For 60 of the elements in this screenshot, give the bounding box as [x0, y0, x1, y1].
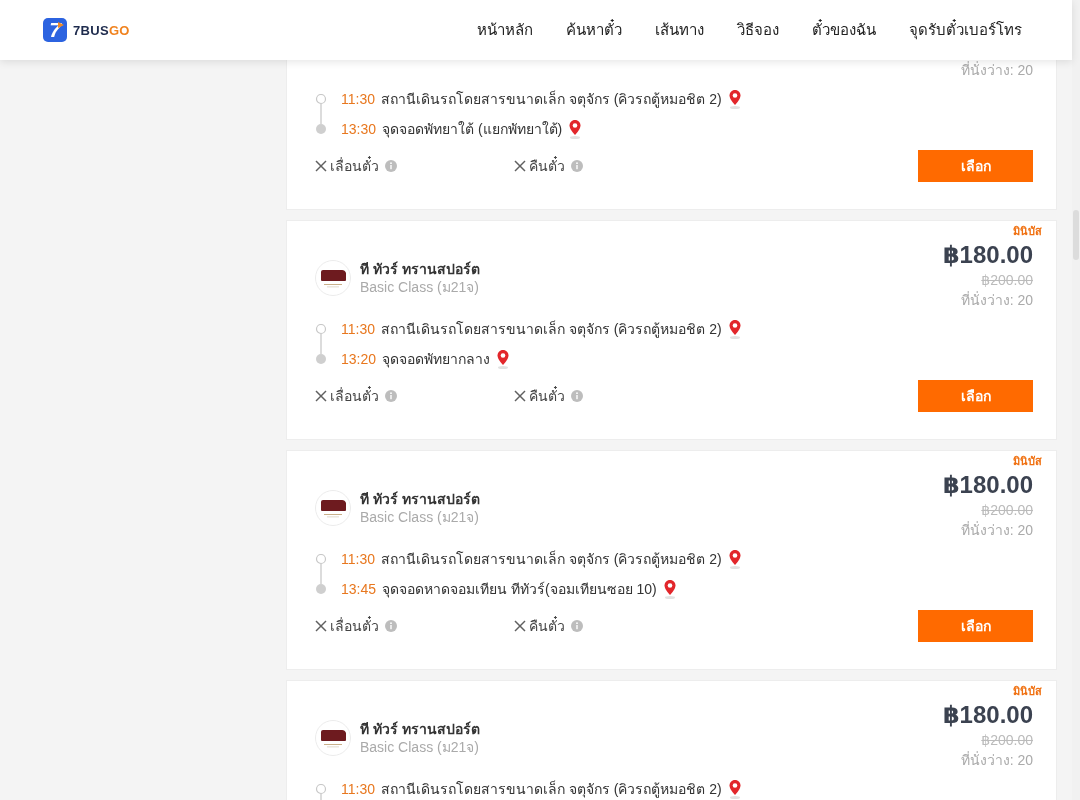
- timeline-icon: [315, 324, 327, 364]
- nav-link[interactable]: ตั๋วของฉัน: [812, 18, 876, 42]
- price: ฿180.00: [942, 240, 1033, 270]
- vehicle-type: มินิบัส: [1013, 454, 1042, 468]
- vehicle-type: มินิบัส: [1013, 224, 1042, 238]
- seats-available: ที่นั่งว่าง: 20: [960, 290, 1033, 310]
- ticket-policy-label: คืนตั๋ว: [529, 155, 565, 176]
- seats-available: ที่นั่งว่าง: 20: [960, 750, 1033, 770]
- nav-link[interactable]: เส้นทาง: [655, 18, 704, 42]
- map-pin-icon[interactable]: [568, 119, 583, 139]
- stop-name: สถานีเดินรถโดยสารขนาดเล็ก จตุจักร (คิวรถตู้หมอชิต 2): [381, 780, 722, 798]
- ticket-policy-label: เลื่อนตั๋ว: [330, 385, 379, 406]
- stop-time: 11:30: [341, 320, 375, 338]
- map-pin-icon[interactable]: [727, 319, 742, 339]
- ticket-policy-label: เลื่อนตั๋ว: [330, 615, 379, 636]
- seats-available: ที่นั่งว่าง: 20: [960, 520, 1033, 540]
- nav-link[interactable]: วิธีจอง: [737, 18, 779, 42]
- map-pin-icon[interactable]: [727, 549, 742, 569]
- stop-time: 11:30: [341, 780, 375, 798]
- nav-link[interactable]: หน้าหลัก: [477, 18, 533, 42]
- price: ฿180.00: [942, 470, 1033, 500]
- stop-time: 11:30: [341, 550, 375, 568]
- stop-time: 13:45: [341, 580, 377, 598]
- timeline-icon: [315, 94, 327, 134]
- operator-name: ที ทัวร์ ทรานสปอร์ต: [360, 720, 480, 738]
- ticket-policy-label: เลื่อนตั๋ว: [330, 155, 379, 176]
- operator-name: ที ทัวร์ ทรานสปอร์ต: [360, 490, 480, 508]
- timeline-icon: [315, 554, 327, 594]
- operator-name: ที ทัวร์ ทรานสปอร์ต: [360, 260, 480, 278]
- map-pin-icon[interactable]: [662, 579, 677, 599]
- stop-name: สถานีเดินรถโดยสารขนาดเล็ก จตุจักร (คิวรถตู้หมอชิต 2): [381, 320, 722, 338]
- scrollbar-thumb[interactable]: [1073, 210, 1079, 260]
- stop-name: จุดจอดพัทยากลาง: [382, 350, 491, 368]
- stop-time: 13:20: [341, 350, 377, 368]
- stop-time: 13:30: [341, 120, 377, 138]
- stop-time: 11:30: [341, 90, 375, 108]
- nav-link[interactable]: ค้นหาตั๋ว: [566, 18, 622, 42]
- bus-class: Basic Class (ม21จ): [360, 738, 480, 756]
- map-pin-icon[interactable]: [727, 89, 742, 109]
- logo-text[interactable]: 7BUSGO: [73, 22, 130, 38]
- ticket-policy-label: คืนตั๋ว: [529, 615, 565, 636]
- nav-link[interactable]: จุดรับตั๋วเบอร์โทร: [909, 18, 1022, 42]
- stop-name: สถานีเดินรถโดยสารขนาดเล็ก จตุจักร (คิวรถตู้หมอชิต 2): [381, 550, 722, 568]
- vehicle-type: มินิบัส: [1013, 684, 1042, 698]
- old-price: ฿200.00: [981, 731, 1033, 750]
- bus-logo-icon: [315, 490, 351, 526]
- bus-logo-icon: [315, 720, 351, 756]
- map-pin-icon[interactable]: [496, 349, 511, 369]
- price: ฿180.00: [942, 700, 1033, 730]
- old-price: ฿200.00: [981, 271, 1033, 290]
- bus-class: Basic Class (ม21จ): [360, 508, 480, 526]
- stop-name: จุดจอดหาดจอมเทียน ทีทัวร์(จอมเทียนซอย 10): [382, 580, 657, 598]
- stop-name: สถานีเดินรถโดยสารขนาดเล็ก จตุจักร (คิวรถตู้หมอชิต 2): [381, 90, 722, 108]
- seats-available: ที่นั่งว่าง: 20: [960, 60, 1033, 80]
- map-pin-icon[interactable]: [727, 779, 742, 799]
- bus-logo-icon: [315, 260, 351, 296]
- old-price: ฿200.00: [981, 501, 1033, 520]
- ticket-policy-label: คืนตั๋ว: [529, 385, 565, 406]
- bus-class: Basic Class (ม21จ): [360, 278, 480, 296]
- stop-name: จุดจอดพัทยาใต้ (แยกพัทยาใต้): [382, 120, 563, 138]
